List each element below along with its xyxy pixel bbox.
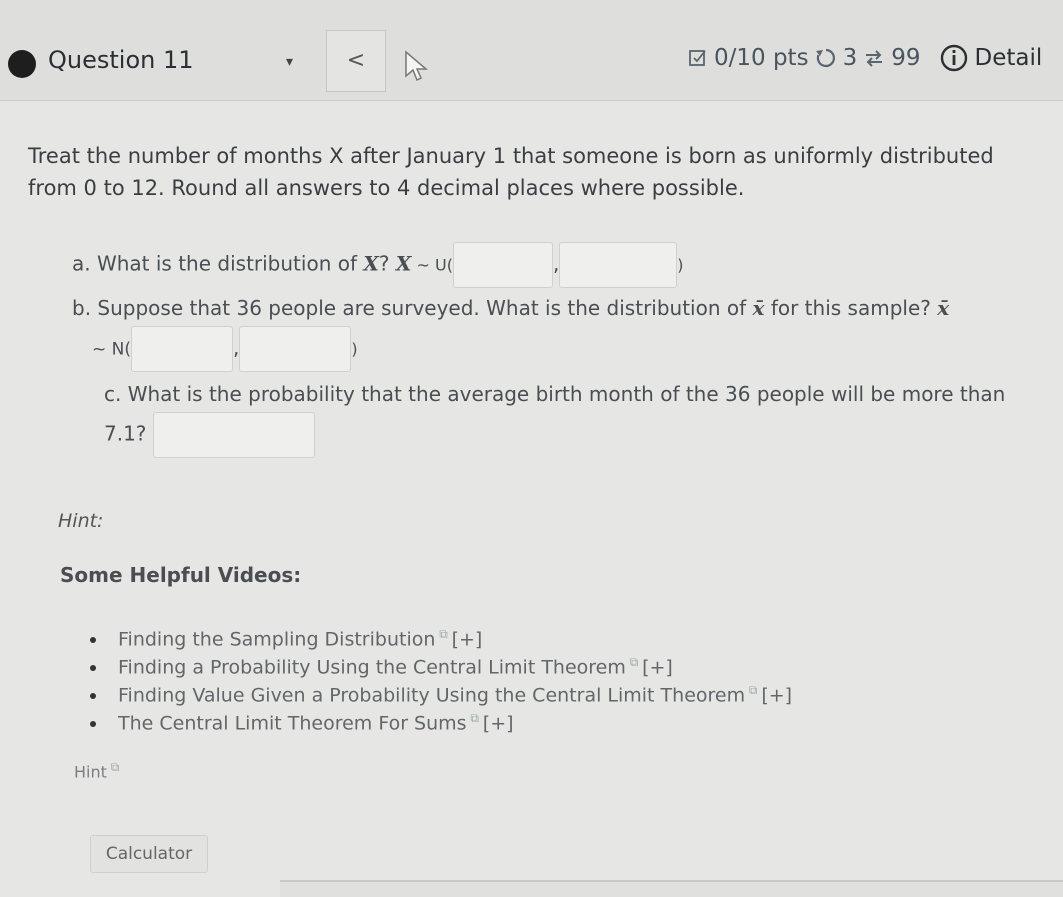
- part-b-tilde: ~ N(: [92, 339, 131, 360]
- part-c: c. What is the probability that the aver…: [104, 382, 1005, 406]
- external-link-icon: ⧉: [106, 760, 120, 774]
- list-item: Finding the Sampling Distribution ⧉ [+]: [90, 620, 792, 650]
- video-list: Finding the Sampling Distribution ⧉ [+] …: [90, 620, 792, 734]
- part-a-q: ?: [378, 251, 390, 276]
- status-dot-icon: [8, 50, 36, 78]
- list-item: Finding a Probability Using the Central …: [90, 648, 792, 678]
- hint-link[interactable]: Hint ⧉: [74, 760, 119, 781]
- part-a-tilde: ~ U(: [411, 255, 453, 275]
- part-b: b. Suppose that 36 people are surveyed. …: [72, 296, 949, 320]
- score-area: 0/10 pts 3 99 Detail: [688, 44, 1042, 72]
- question-header: Question 11 ▾ < 0/10 pts 3 99 Detail: [0, 0, 1063, 101]
- part-a-dist-var: X: [395, 251, 412, 276]
- info-icon[interactable]: [940, 44, 968, 72]
- bullet-icon: [90, 692, 96, 699]
- external-link-icon: ⧉: [625, 655, 643, 669]
- part-b-close: ): [351, 339, 358, 359]
- question-intro: Treat the number of months X after Janua…: [28, 140, 1058, 204]
- part-b-text2: for this sample?: [770, 296, 931, 320]
- bullet-icon: [90, 664, 96, 671]
- submissions-count: 99: [891, 45, 921, 71]
- intro-line-2: from 0 to 12. Round all answers to 4 dec…: [28, 176, 745, 200]
- part-c-value: 7.1?: [104, 421, 147, 446]
- intro-line-1: Treat the number of months X after Janua…: [28, 144, 994, 168]
- part-c-answer: 7.1?: [104, 412, 315, 458]
- external-link-icon: ⧉: [435, 627, 452, 641]
- part-a: a. What is the distribution of X? X ~ U(…: [72, 242, 684, 288]
- part-b-text: b. Suppose that 36 people are surveyed. …: [72, 296, 747, 320]
- calculator-button[interactable]: Calculator: [90, 835, 208, 873]
- video-link[interactable]: The Central Limit Theorem For Sums: [118, 712, 467, 734]
- bullet-icon: [90, 720, 96, 727]
- list-item: The Central Limit Theorem For Sums ⧉ [+]: [90, 704, 792, 734]
- normal-mean-input[interactable]: [131, 326, 233, 372]
- expand-link[interactable]: [+]: [761, 684, 792, 706]
- part-a-close: ): [677, 255, 684, 275]
- expand-link[interactable]: [+]: [483, 712, 514, 734]
- part-a-text: a. What is the distribution of: [72, 251, 357, 276]
- uniform-upper-input[interactable]: [559, 242, 678, 288]
- question-label[interactable]: Question 11: [48, 46, 194, 74]
- attempts-count: 3: [842, 45, 858, 71]
- part-b-var: x̄: [752, 296, 765, 320]
- external-link-icon: ⧉: [745, 683, 762, 697]
- part-c-text: c. What is the probability that the aver…: [104, 382, 1006, 406]
- retry-icon: [815, 48, 835, 68]
- videos-heading: Some Helpful Videos:: [60, 563, 302, 587]
- part-b-answer: ~ N(,): [92, 326, 358, 372]
- bullet-icon: [90, 636, 96, 643]
- external-link-icon: ⧉: [466, 711, 483, 725]
- previous-question-button[interactable]: <: [326, 30, 386, 92]
- points-text: 0/10 pts: [714, 45, 809, 71]
- mouse-cursor-icon: [405, 50, 429, 82]
- normal-sd-input[interactable]: [239, 326, 352, 372]
- probability-input[interactable]: [152, 412, 315, 458]
- hint-label: Hint:: [58, 510, 104, 532]
- chevron-down-icon[interactable]: ▾: [286, 54, 293, 70]
- hint-link-text[interactable]: Hint: [74, 762, 107, 781]
- part-b-var2: x̄: [937, 296, 950, 320]
- list-item: Finding Value Given a Probability Using …: [90, 676, 792, 706]
- details-link[interactable]: Detail: [974, 45, 1042, 71]
- uniform-lower-input[interactable]: [452, 242, 553, 288]
- checkbox-edit-icon: [689, 50, 706, 66]
- next-section-edge: [280, 880, 1063, 897]
- submissions-icon: [866, 50, 883, 67]
- part-a-var: X: [363, 251, 379, 276]
